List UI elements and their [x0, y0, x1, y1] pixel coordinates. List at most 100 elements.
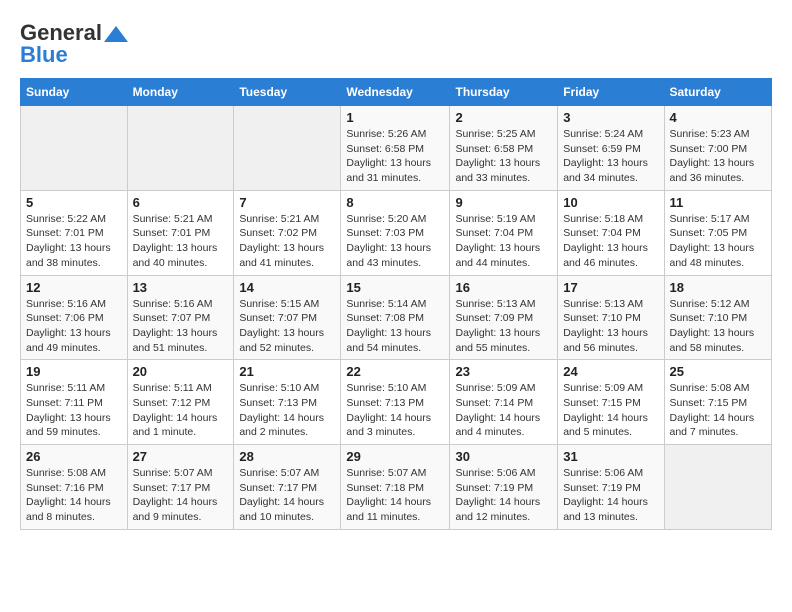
calendar-cell: 13 Sunrise: 5:16 AMSunset: 7:07 PMDayligh… — [127, 275, 234, 360]
page-header: General Blue — [20, 20, 772, 68]
calendar-cell: 20 Sunrise: 5:11 AMSunset: 7:12 PMDayligh… — [127, 360, 234, 445]
day-info: Sunrise: 5:16 AMSunset: 7:07 PMDaylight:… — [133, 297, 229, 356]
calendar-cell: 27 Sunrise: 5:07 AMSunset: 7:17 PMDayligh… — [127, 445, 234, 530]
calendar-week-row: 5 Sunrise: 5:22 AMSunset: 7:01 PMDaylight… — [21, 190, 772, 275]
day-info: Sunrise: 5:10 AMSunset: 7:13 PMDaylight:… — [239, 381, 335, 440]
calendar-cell: 28 Sunrise: 5:07 AMSunset: 7:17 PMDayligh… — [234, 445, 341, 530]
day-number: 6 — [133, 195, 229, 210]
day-info: Sunrise: 5:18 AMSunset: 7:04 PMDaylight:… — [563, 212, 658, 271]
day-info: Sunrise: 5:11 AMSunset: 7:12 PMDaylight:… — [133, 381, 229, 440]
calendar-cell: 12 Sunrise: 5:16 AMSunset: 7:06 PMDayligh… — [21, 275, 128, 360]
calendar-cell: 18Sunrise: 5:12 AMSunset: 7:10 PMDayligh… — [664, 275, 772, 360]
weekday-header: Tuesday — [234, 79, 341, 106]
weekday-header: Wednesday — [341, 79, 450, 106]
day-info: Sunrise: 5:21 AMSunset: 7:01 PMDaylight:… — [133, 212, 229, 271]
calendar-cell: 26Sunrise: 5:08 AMSunset: 7:16 PMDayligh… — [21, 445, 128, 530]
day-info: Sunrise: 5:22 AMSunset: 7:01 PMDaylight:… — [26, 212, 122, 271]
calendar-week-row: 1 Sunrise: 5:26 AMSunset: 6:58 PMDaylight… — [21, 106, 772, 191]
day-number: 27 — [133, 449, 229, 464]
day-info: Sunrise: 5:09 AMSunset: 7:15 PMDaylight:… — [563, 381, 658, 440]
day-info: Sunrise: 5:17 AMSunset: 7:05 PMDaylight:… — [670, 212, 767, 271]
calendar-cell: 9Sunrise: 5:19 AMSunset: 7:04 PMDaylight… — [450, 190, 558, 275]
calendar-cell: 16Sunrise: 5:13 AMSunset: 7:09 PMDayligh… — [450, 275, 558, 360]
day-info: Sunrise: 5:11 AMSunset: 7:11 PMDaylight:… — [26, 381, 122, 440]
calendar-cell: 17 Sunrise: 5:13 AMSunset: 7:10 PMDayligh… — [558, 275, 664, 360]
day-number: 19 — [26, 364, 122, 379]
calendar-cell: 30 Sunrise: 5:06 AMSunset: 7:19 PMDayligh… — [450, 445, 558, 530]
calendar-cell: 31Sunrise: 5:06 AMSunset: 7:19 PMDayligh… — [558, 445, 664, 530]
day-info: Sunrise: 5:12 AMSunset: 7:10 PMDaylight:… — [670, 297, 767, 356]
day-number: 23 — [455, 364, 552, 379]
day-info: Sunrise: 5:16 AMSunset: 7:06 PMDaylight:… — [26, 297, 122, 356]
day-number: 24 — [563, 364, 658, 379]
calendar-header: SundayMondayTuesdayWednesdayThursdayFrid… — [21, 79, 772, 106]
calendar-cell: 3Sunrise: 5:24 AMSunset: 6:59 PMDaylight… — [558, 106, 664, 191]
day-number: 10 — [563, 195, 658, 210]
calendar-cell: 6 Sunrise: 5:21 AMSunset: 7:01 PMDaylight… — [127, 190, 234, 275]
calendar-week-row: 26Sunrise: 5:08 AMSunset: 7:16 PMDayligh… — [21, 445, 772, 530]
logo-blue-text: Blue — [20, 42, 68, 68]
day-number: 28 — [239, 449, 335, 464]
day-info: Sunrise: 5:07 AMSunset: 7:17 PMDaylight:… — [133, 466, 229, 525]
day-info: Sunrise: 5:15 AMSunset: 7:07 PMDaylight:… — [239, 297, 335, 356]
day-number: 8 — [346, 195, 444, 210]
day-number: 29 — [346, 449, 444, 464]
day-number: 7 — [239, 195, 335, 210]
calendar-cell: 11 Sunrise: 5:17 AMSunset: 7:05 PMDayligh… — [664, 190, 772, 275]
day-info: Sunrise: 5:13 AMSunset: 7:09 PMDaylight:… — [455, 297, 552, 356]
day-number: 2 — [455, 110, 552, 125]
calendar-cell: 8 Sunrise: 5:20 AMSunset: 7:03 PMDaylight… — [341, 190, 450, 275]
day-info: Sunrise: 5:09 AMSunset: 7:14 PMDaylight:… — [455, 381, 552, 440]
day-number: 1 — [346, 110, 444, 125]
calendar-table: SundayMondayTuesdayWednesdayThursdayFrid… — [20, 78, 772, 530]
day-info: Sunrise: 5:07 AMSunset: 7:17 PMDaylight:… — [239, 466, 335, 525]
day-info: Sunrise: 5:23 AMSunset: 7:00 PMDaylight:… — [670, 127, 767, 186]
day-info: Sunrise: 5:10 AMSunset: 7:13 PMDaylight:… — [346, 381, 444, 440]
day-number: 17 — [563, 280, 658, 295]
day-number: 15 — [346, 280, 444, 295]
calendar-cell: 15 Sunrise: 5:14 AMSunset: 7:08 PMDayligh… — [341, 275, 450, 360]
calendar-cell: 10 Sunrise: 5:18 AMSunset: 7:04 PMDayligh… — [558, 190, 664, 275]
calendar-week-row: 19 Sunrise: 5:11 AMSunset: 7:11 PMDayligh… — [21, 360, 772, 445]
calendar-body: 1 Sunrise: 5:26 AMSunset: 6:58 PMDaylight… — [21, 106, 772, 530]
day-info: Sunrise: 5:26 AMSunset: 6:58 PMDaylight:… — [346, 127, 444, 186]
calendar-week-row: 12 Sunrise: 5:16 AMSunset: 7:06 PMDayligh… — [21, 275, 772, 360]
day-info: Sunrise: 5:14 AMSunset: 7:08 PMDaylight:… — [346, 297, 444, 356]
day-info: Sunrise: 5:20 AMSunset: 7:03 PMDaylight:… — [346, 212, 444, 271]
day-info: Sunrise: 5:24 AMSunset: 6:59 PMDaylight:… — [563, 127, 658, 186]
calendar-cell — [21, 106, 128, 191]
day-info: Sunrise: 5:21 AMSunset: 7:02 PMDaylight:… — [239, 212, 335, 271]
calendar-cell — [127, 106, 234, 191]
day-number: 25 — [670, 364, 767, 379]
day-number: 22 — [346, 364, 444, 379]
calendar-cell: 19 Sunrise: 5:11 AMSunset: 7:11 PMDayligh… — [21, 360, 128, 445]
weekday-header: Monday — [127, 79, 234, 106]
day-number: 11 — [670, 195, 767, 210]
day-number: 4 — [670, 110, 767, 125]
day-number: 30 — [455, 449, 552, 464]
day-info: Sunrise: 5:19 AMSunset: 7:04 PMDaylight:… — [455, 212, 552, 271]
calendar-cell: 25Sunrise: 5:08 AMSunset: 7:15 PMDayligh… — [664, 360, 772, 445]
day-number: 5 — [26, 195, 122, 210]
calendar-cell: 2 Sunrise: 5:25 AMSunset: 6:58 PMDaylight… — [450, 106, 558, 191]
day-number: 14 — [239, 280, 335, 295]
calendar-cell: 21Sunrise: 5:10 AMSunset: 7:13 PMDayligh… — [234, 360, 341, 445]
calendar-cell: 29Sunrise: 5:07 AMSunset: 7:18 PMDayligh… — [341, 445, 450, 530]
calendar-cell: 5 Sunrise: 5:22 AMSunset: 7:01 PMDaylight… — [21, 190, 128, 275]
day-number: 13 — [133, 280, 229, 295]
day-info: Sunrise: 5:25 AMSunset: 6:58 PMDaylight:… — [455, 127, 552, 186]
weekday-header: Saturday — [664, 79, 772, 106]
day-info: Sunrise: 5:13 AMSunset: 7:10 PMDaylight:… — [563, 297, 658, 356]
calendar-cell: 24 Sunrise: 5:09 AMSunset: 7:15 PMDayligh… — [558, 360, 664, 445]
calendar-cell: 7 Sunrise: 5:21 AMSunset: 7:02 PMDaylight… — [234, 190, 341, 275]
day-number: 12 — [26, 280, 122, 295]
day-info: Sunrise: 5:06 AMSunset: 7:19 PMDaylight:… — [455, 466, 552, 525]
day-info: Sunrise: 5:08 AMSunset: 7:16 PMDaylight:… — [26, 466, 122, 525]
day-number: 31 — [563, 449, 658, 464]
day-number: 20 — [133, 364, 229, 379]
calendar-cell: 22 Sunrise: 5:10 AMSunset: 7:13 PMDayligh… — [341, 360, 450, 445]
calendar-cell: 4 Sunrise: 5:23 AMSunset: 7:00 PMDaylight… — [664, 106, 772, 191]
logo: General Blue — [20, 20, 130, 68]
weekday-header: Thursday — [450, 79, 558, 106]
calendar-cell: 1 Sunrise: 5:26 AMSunset: 6:58 PMDaylight… — [341, 106, 450, 191]
